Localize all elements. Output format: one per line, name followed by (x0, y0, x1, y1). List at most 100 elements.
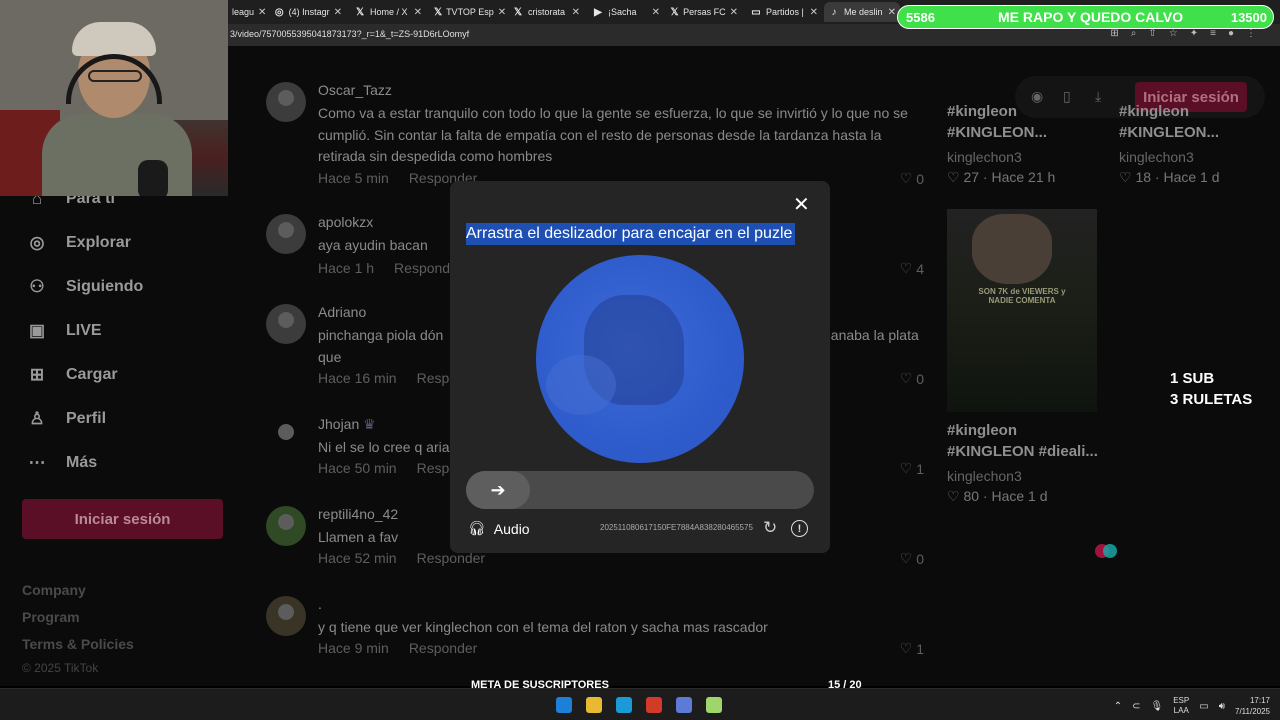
avatar[interactable] (266, 304, 306, 344)
tab-close-icon[interactable]: ✕ (258, 7, 266, 18)
avatar[interactable] (266, 596, 306, 636)
captcha-modal: ✕ Arrastra el deslizador para encajar en… (450, 181, 830, 553)
sidebar-item-perfil[interactable]: ♙ Perfil (26, 408, 106, 430)
avatar[interactable] (266, 82, 306, 122)
sidebar-item-mas[interactable]: ⋯ Más (26, 452, 98, 474)
like-count: 0 (916, 370, 924, 387)
tab-close-icon[interactable]: ✕ (652, 7, 660, 18)
like-button[interactable]: ♡ 4 (900, 260, 924, 277)
browser-tab[interactable]: ♪ Me deslin ✕ (824, 2, 900, 22)
zoom-icon[interactable]: ⌕ (1131, 28, 1137, 39)
like-button[interactable]: ♡ 1 (900, 640, 924, 657)
edge-icon[interactable] (616, 697, 632, 713)
login-button[interactable]: Iniciar sesión (22, 499, 223, 539)
video-card-title[interactable]: #kingleon #KINGLEON #dieali... (947, 420, 1098, 462)
captcha-slider-handle[interactable]: ➔ (466, 471, 530, 509)
refresh-icon[interactable]: ↻ (763, 518, 777, 538)
browser-tab[interactable]: 𝕏 Home / X ✕ (350, 2, 426, 22)
comment-time: Hace 9 min (318, 640, 389, 656)
like-count: 1 (916, 460, 924, 477)
footer-link-company[interactable]: Company (22, 582, 86, 598)
profile-avatar-icon[interactable]: ● (1228, 28, 1234, 39)
avatar[interactable] (266, 416, 306, 456)
comment-username[interactable]: reptili4no_42 (318, 506, 398, 522)
like-button[interactable]: ♡ 0 (900, 370, 924, 387)
report-icon[interactable]: ! (791, 520, 808, 537)
browser-tab[interactable]: leagu ✕ (228, 2, 268, 22)
url-text[interactable]: 3/video/7570055395041873173?_r=1&_t=ZS-9… (230, 29, 469, 39)
phone-icon[interactable]: ▯ (1063, 88, 1071, 105)
bookmark-star-icon[interactable]: ☆ (1169, 28, 1178, 39)
card-stats: ♡ 80 · Hace 1 d (947, 488, 1048, 505)
comment-username[interactable]: Adriano (318, 304, 366, 320)
reply-button[interactable]: Responder (409, 640, 478, 656)
microphone-icon[interactable]: 🎙︎ (1151, 701, 1164, 712)
tab-close-icon[interactable]: ✕ (572, 7, 580, 18)
reading-list-icon[interactable]: ≡ (1210, 28, 1216, 39)
app-icon[interactable] (676, 697, 692, 713)
browser-tab[interactable]: ◎ (4) Instagr ✕ (270, 2, 346, 22)
sidebar-item-live[interactable]: ▣ LIVE (26, 320, 102, 342)
captcha-slider-track[interactable]: ➔ (466, 471, 814, 509)
menu-dots-icon[interactable]: ⋮ (1246, 28, 1256, 39)
language-indicator[interactable]: ESP LAA (1173, 696, 1189, 716)
webcam-overlay (0, 0, 228, 196)
file-explorer-icon[interactable] (586, 697, 602, 713)
browser-tab[interactable]: 𝕏cristorata ✕ (508, 2, 584, 22)
sidebar-item-explorar[interactable]: ◎ Explorar (26, 232, 131, 254)
chrome-icon[interactable] (646, 697, 662, 713)
comment-username[interactable]: . (318, 596, 322, 612)
tab-close-icon[interactable]: ✕ (334, 7, 342, 18)
tab-label: cristorata (528, 7, 566, 17)
browser-tab[interactable]: ▭ Partidos | ✕ (746, 2, 822, 22)
tab-close-icon[interactable]: ✕ (730, 7, 738, 18)
video-card-title[interactable]: #kingleon #KINGLEON... (1119, 101, 1219, 143)
app-icon[interactable] (706, 697, 722, 713)
webcam-cap (72, 22, 156, 56)
tab-close-icon[interactable]: ✕ (888, 7, 896, 18)
copyright: © 2025 TikTok (22, 661, 99, 675)
start-icon[interactable] (556, 697, 572, 713)
clock[interactable]: 17:17 7/11/2025 (1235, 695, 1270, 717)
browser-tab[interactable]: 𝕏 Persas FC ✕ (666, 2, 742, 22)
sidebar-item-cargar[interactable]: ⊞ Cargar (26, 364, 118, 386)
card-author[interactable]: kinglechon3 (947, 468, 1022, 484)
like-count: 0 (916, 550, 924, 567)
share-icon[interactable]: ⇧ (1148, 28, 1156, 39)
close-icon[interactable]: ✕ (793, 195, 810, 215)
translate-icon[interactable]: ⊞ (1110, 28, 1118, 39)
network-icon[interactable]: ⊂ (1132, 701, 1140, 712)
card-author[interactable]: kinglechon3 (947, 149, 1022, 165)
overlay-line: 1 SUB (1170, 370, 1215, 387)
tab-label: TVTOP Esp (446, 7, 494, 17)
audio-button[interactable]: 🎧︎ Audio (468, 520, 530, 537)
like-button[interactable]: ♡ 1 (900, 460, 924, 477)
avatar[interactable] (266, 214, 306, 254)
comment-username[interactable]: Oscar_Tazz (318, 82, 392, 98)
tab-close-icon[interactable]: ✕ (414, 7, 422, 18)
heart-icon: ♡ (899, 170, 913, 186)
avatar[interactable] (266, 506, 306, 546)
microphone-icon (138, 160, 168, 196)
download-icon[interactable]: ⤓ (1095, 88, 1101, 105)
comment-username[interactable]: Jhojan ♛ (318, 416, 376, 433)
like-button[interactable]: ♡ 0 (900, 170, 924, 187)
video-card-title[interactable]: #kingleon #KINGLEON... (947, 101, 1047, 143)
card-author[interactable]: kinglechon3 (1119, 149, 1194, 165)
footer-link-program[interactable]: Program (22, 609, 80, 625)
browser-tab[interactable]: 𝕏 TVTOP Esp ✕ (430, 2, 506, 22)
volume-icon[interactable]: 🔊︎ (1219, 701, 1225, 712)
tab-close-icon[interactable]: ✕ (810, 7, 818, 18)
comment-username[interactable]: apolokzx (318, 214, 373, 230)
tab-close-icon[interactable]: ✕ (498, 7, 506, 18)
extensions-icon[interactable]: ✦ (1190, 28, 1198, 39)
sidebar-item-siguiendo[interactable]: ⚇ Siguiendo (26, 276, 143, 298)
browser-tab[interactable]: ▶ ¡Sacha ✕ (588, 2, 664, 22)
like-button[interactable]: ♡ 0 (900, 550, 924, 567)
comment-time: Hace 52 min (318, 550, 397, 566)
following-icon: ⚇ (29, 277, 45, 296)
display-icon[interactable]: ▭ (1199, 701, 1208, 712)
footer-link-terms[interactable]: Terms & Policies (22, 636, 134, 652)
chevron-up-icon[interactable]: ⌃ (1114, 701, 1122, 712)
video-thumbnail[interactable]: SON 7K de VIEWERS y NADIE COMENTA (947, 209, 1097, 412)
